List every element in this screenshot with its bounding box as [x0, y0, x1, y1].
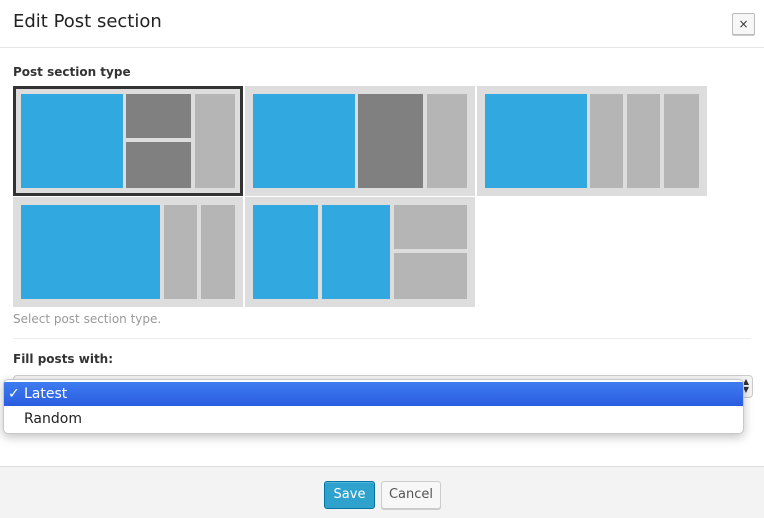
save-button[interactable]: Save — [324, 481, 375, 509]
layout-block — [253, 205, 318, 299]
close-button[interactable]: × — [732, 13, 755, 35]
layout-block — [394, 253, 467, 299]
dialog-header: Edit Post section × — [0, 0, 764, 48]
layout-block — [485, 94, 587, 188]
dialog-footer: Save Cancel — [0, 466, 764, 518]
layout-block — [164, 205, 197, 299]
layout-option-5[interactable] — [245, 197, 475, 307]
layout-block — [201, 205, 235, 299]
post-section-type-help: Select post section type. — [13, 312, 162, 326]
layout-block — [627, 94, 660, 188]
layout-block — [590, 94, 623, 188]
option-label: Random — [24, 411, 82, 427]
layout-block — [322, 205, 390, 299]
layout-block — [358, 94, 423, 188]
layout-block — [126, 94, 191, 138]
layout-option-1[interactable] — [13, 86, 243, 196]
fill-posts-label: Fill posts with: — [13, 352, 114, 366]
post-section-type-label: Post section type — [13, 65, 131, 79]
layout-option-2[interactable] — [245, 86, 475, 196]
layout-block — [195, 94, 235, 188]
checkmark-icon: ✓ — [8, 386, 20, 402]
layout-option-3[interactable] — [477, 86, 707, 196]
layout-block — [664, 94, 699, 188]
layout-block — [394, 205, 467, 249]
layout-block — [253, 94, 355, 188]
dropdown-option-random[interactable]: Random — [4, 407, 743, 431]
dialog-title: Edit Post section — [13, 11, 162, 32]
option-label: Latest — [24, 386, 68, 402]
dropdown-option-latest[interactable]: ✓ Latest — [4, 382, 743, 406]
layout-block — [21, 94, 123, 188]
cancel-button[interactable]: Cancel — [381, 481, 441, 509]
fill-posts-dropdown: ✓ Latest Random — [3, 379, 744, 434]
close-icon: × — [738, 17, 749, 31]
layout-block — [21, 205, 160, 299]
layout-block — [427, 94, 467, 188]
layout-block — [126, 142, 191, 188]
divider — [13, 338, 751, 339]
layout-option-4[interactable] — [13, 197, 243, 307]
